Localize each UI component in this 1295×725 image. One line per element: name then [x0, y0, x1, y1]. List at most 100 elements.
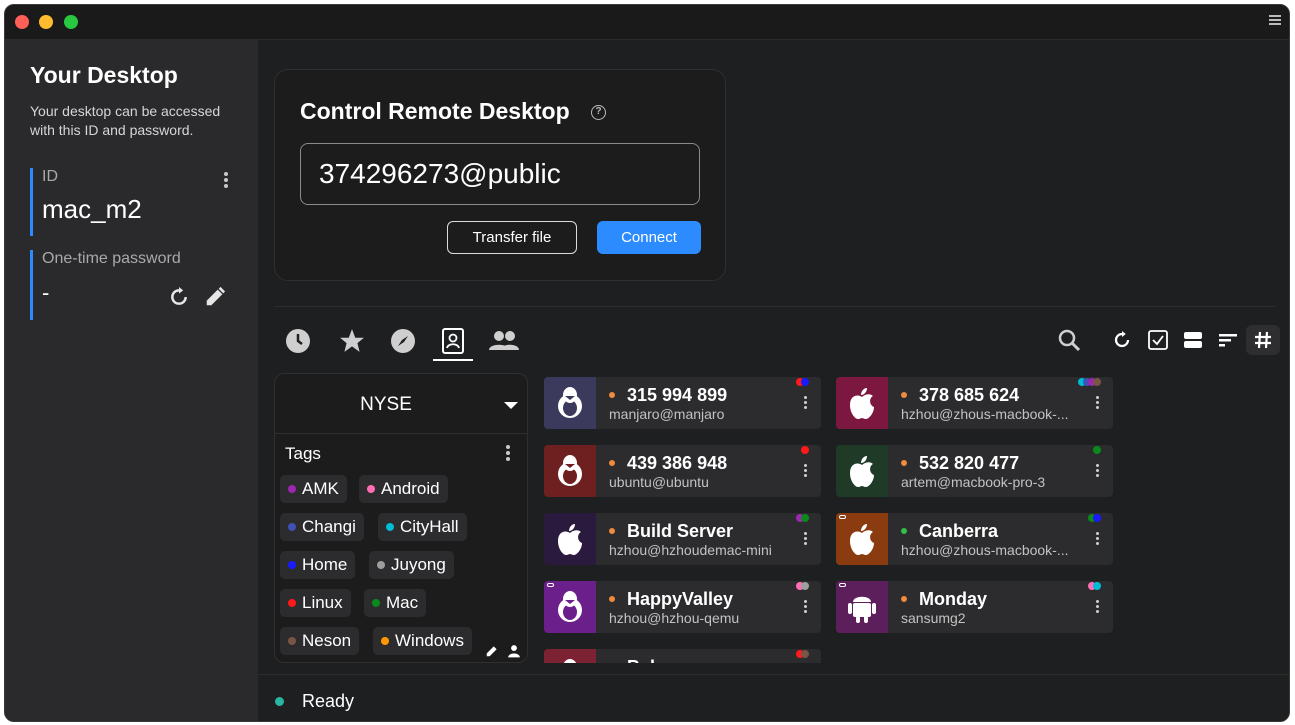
id-value[interactable]: mac_m2 [42, 194, 230, 225]
refresh-button[interactable] [1107, 325, 1137, 355]
title-bar [5, 5, 1289, 40]
select-mode-button[interactable] [1143, 325, 1173, 355]
peer-more-icon[interactable] [804, 464, 807, 479]
android-os-icon [836, 581, 888, 633]
linux-os-icon [544, 581, 596, 633]
sort-button[interactable] [1213, 325, 1243, 355]
tag-chip[interactable]: AMK [280, 475, 347, 503]
tag-chip[interactable]: Changi [280, 513, 364, 541]
peer-more-icon[interactable] [804, 396, 807, 411]
id-label: ID [42, 168, 58, 185]
tab-group[interactable] [484, 321, 524, 361]
tag-chip[interactable]: Juyong [369, 551, 454, 579]
peer-name: 315 994 899 [627, 385, 728, 405]
remote-id-input[interactable] [300, 143, 700, 205]
peer-name: Bah [627, 657, 661, 663]
sort-icon [1219, 334, 1237, 347]
peer-card[interactable]: Build Server hzhou@hzhoudemac-mini [544, 513, 821, 565]
mac-os-icon [836, 513, 888, 565]
address-book-select[interactable]: NYSE [275, 374, 527, 434]
edit-password-icon[interactable] [204, 286, 226, 308]
tag-chip[interactable]: Mac [364, 589, 427, 617]
peer-more-icon[interactable] [1096, 396, 1099, 411]
peer-tag-dots [1078, 378, 1101, 386]
tab-discovered[interactable] [383, 321, 423, 361]
peer-more-icon[interactable] [1096, 532, 1099, 547]
peer-tag-dots [1088, 514, 1101, 522]
close-window-button[interactable] [15, 15, 29, 29]
search-icon [1058, 329, 1081, 352]
password-block: One-time password - [30, 250, 230, 320]
password-value: - [42, 280, 50, 305]
grid-icon [1255, 331, 1271, 349]
peer-name: 378 685 624 [919, 385, 1020, 405]
tab-recent-sessions[interactable] [278, 321, 318, 361]
peer-card[interactable]: Canberra hzhou@zhous-macbook-... [836, 513, 1113, 565]
app-window: Your Desktop Your desktop can be accesse… [4, 4, 1290, 722]
peer-more-icon[interactable] [1096, 600, 1099, 615]
peer-card[interactable]: Bah [544, 649, 821, 663]
view-icon [1184, 332, 1202, 348]
peer-more-icon[interactable] [804, 600, 807, 615]
peer-name: Build Server [627, 521, 734, 541]
peer-user: hzhou@hzhou-qemu [609, 610, 740, 626]
peer-tag-dots [801, 446, 809, 454]
peer-tag-dots [1088, 582, 1101, 590]
peer-name: Canberra [919, 521, 999, 541]
status-indicator [275, 697, 284, 706]
key-icon [839, 583, 846, 587]
online-status-dot [609, 460, 615, 466]
peer-card[interactable]: HappyValley hzhou@hzhou-qemu [544, 581, 821, 633]
address-book-name: NYSE [360, 394, 412, 415]
peer-card[interactable]: Monday sansumg2 [836, 581, 1113, 633]
mac-os-icon [836, 377, 888, 429]
peer-list: 315 994 899 manjaro@manjaro 378 685 624 hzh… [544, 377, 1134, 663]
view-style-button[interactable] [1178, 325, 1208, 355]
peer-card[interactable]: 315 994 899 manjaro@manjaro [544, 377, 821, 429]
online-status-dot [901, 392, 907, 398]
peer-card[interactable]: 378 685 624 hzhou@zhous-macbook-... [836, 377, 1113, 429]
transfer-file-button[interactable]: Transfer file [447, 221, 577, 254]
peer-name: Monday [919, 589, 988, 609]
connect-button[interactable]: Connect [597, 221, 701, 254]
id-more-icon[interactable] [224, 172, 228, 190]
tab-address-book[interactable] [433, 321, 473, 361]
refresh-password-icon[interactable] [169, 287, 189, 307]
peer-name: 532 820 477 [919, 453, 1020, 473]
sidebar-description: Your desktop can be accessed with this I… [30, 103, 221, 138]
peer-card[interactable]: 439 386 948 ubuntu@ubuntu [544, 445, 821, 497]
search-button[interactable] [1054, 325, 1084, 355]
maximize-window-button[interactable] [64, 15, 78, 29]
mac-os-icon [836, 445, 888, 497]
edit-icon[interactable] [485, 644, 499, 658]
tab-favorites[interactable] [332, 321, 372, 361]
hamburger-menu-icon[interactable] [1269, 15, 1281, 27]
peer-more-icon[interactable] [804, 532, 807, 547]
person-icon[interactable] [507, 644, 521, 658]
tags-more-icon[interactable] [506, 445, 510, 463]
online-status-dot [609, 596, 615, 602]
tag-chip[interactable]: CityHall [378, 513, 467, 541]
tag-chip[interactable]: Linux [280, 589, 351, 617]
peer-tag-dots [796, 582, 809, 590]
tag-filter-button[interactable] [1246, 325, 1280, 355]
checkbox-icon [1148, 330, 1168, 350]
online-status-dot [901, 528, 907, 534]
peer-tag-dots [796, 514, 809, 522]
help-icon[interactable]: ? [591, 105, 606, 120]
online-status-dot [609, 392, 615, 398]
tag-actions [483, 642, 523, 660]
peer-more-icon[interactable] [1096, 464, 1099, 479]
tag-chip[interactable]: Android [359, 475, 448, 503]
tag-chip[interactable]: Home [280, 551, 356, 579]
tag-chip[interactable]: Windows [373, 627, 472, 655]
clock-icon [286, 329, 310, 353]
connect-title: Control Remote Desktop [300, 98, 570, 124]
people-icon [489, 331, 519, 350]
linux-os-icon [544, 649, 596, 663]
peer-card[interactable]: 532 820 477 artem@macbook-pro-3 [836, 445, 1113, 497]
peer-user: artem@macbook-pro-3 [901, 474, 1046, 490]
star-icon [340, 329, 364, 352]
tag-chip[interactable]: Neson [280, 627, 360, 655]
minimize-window-button[interactable] [39, 15, 53, 29]
